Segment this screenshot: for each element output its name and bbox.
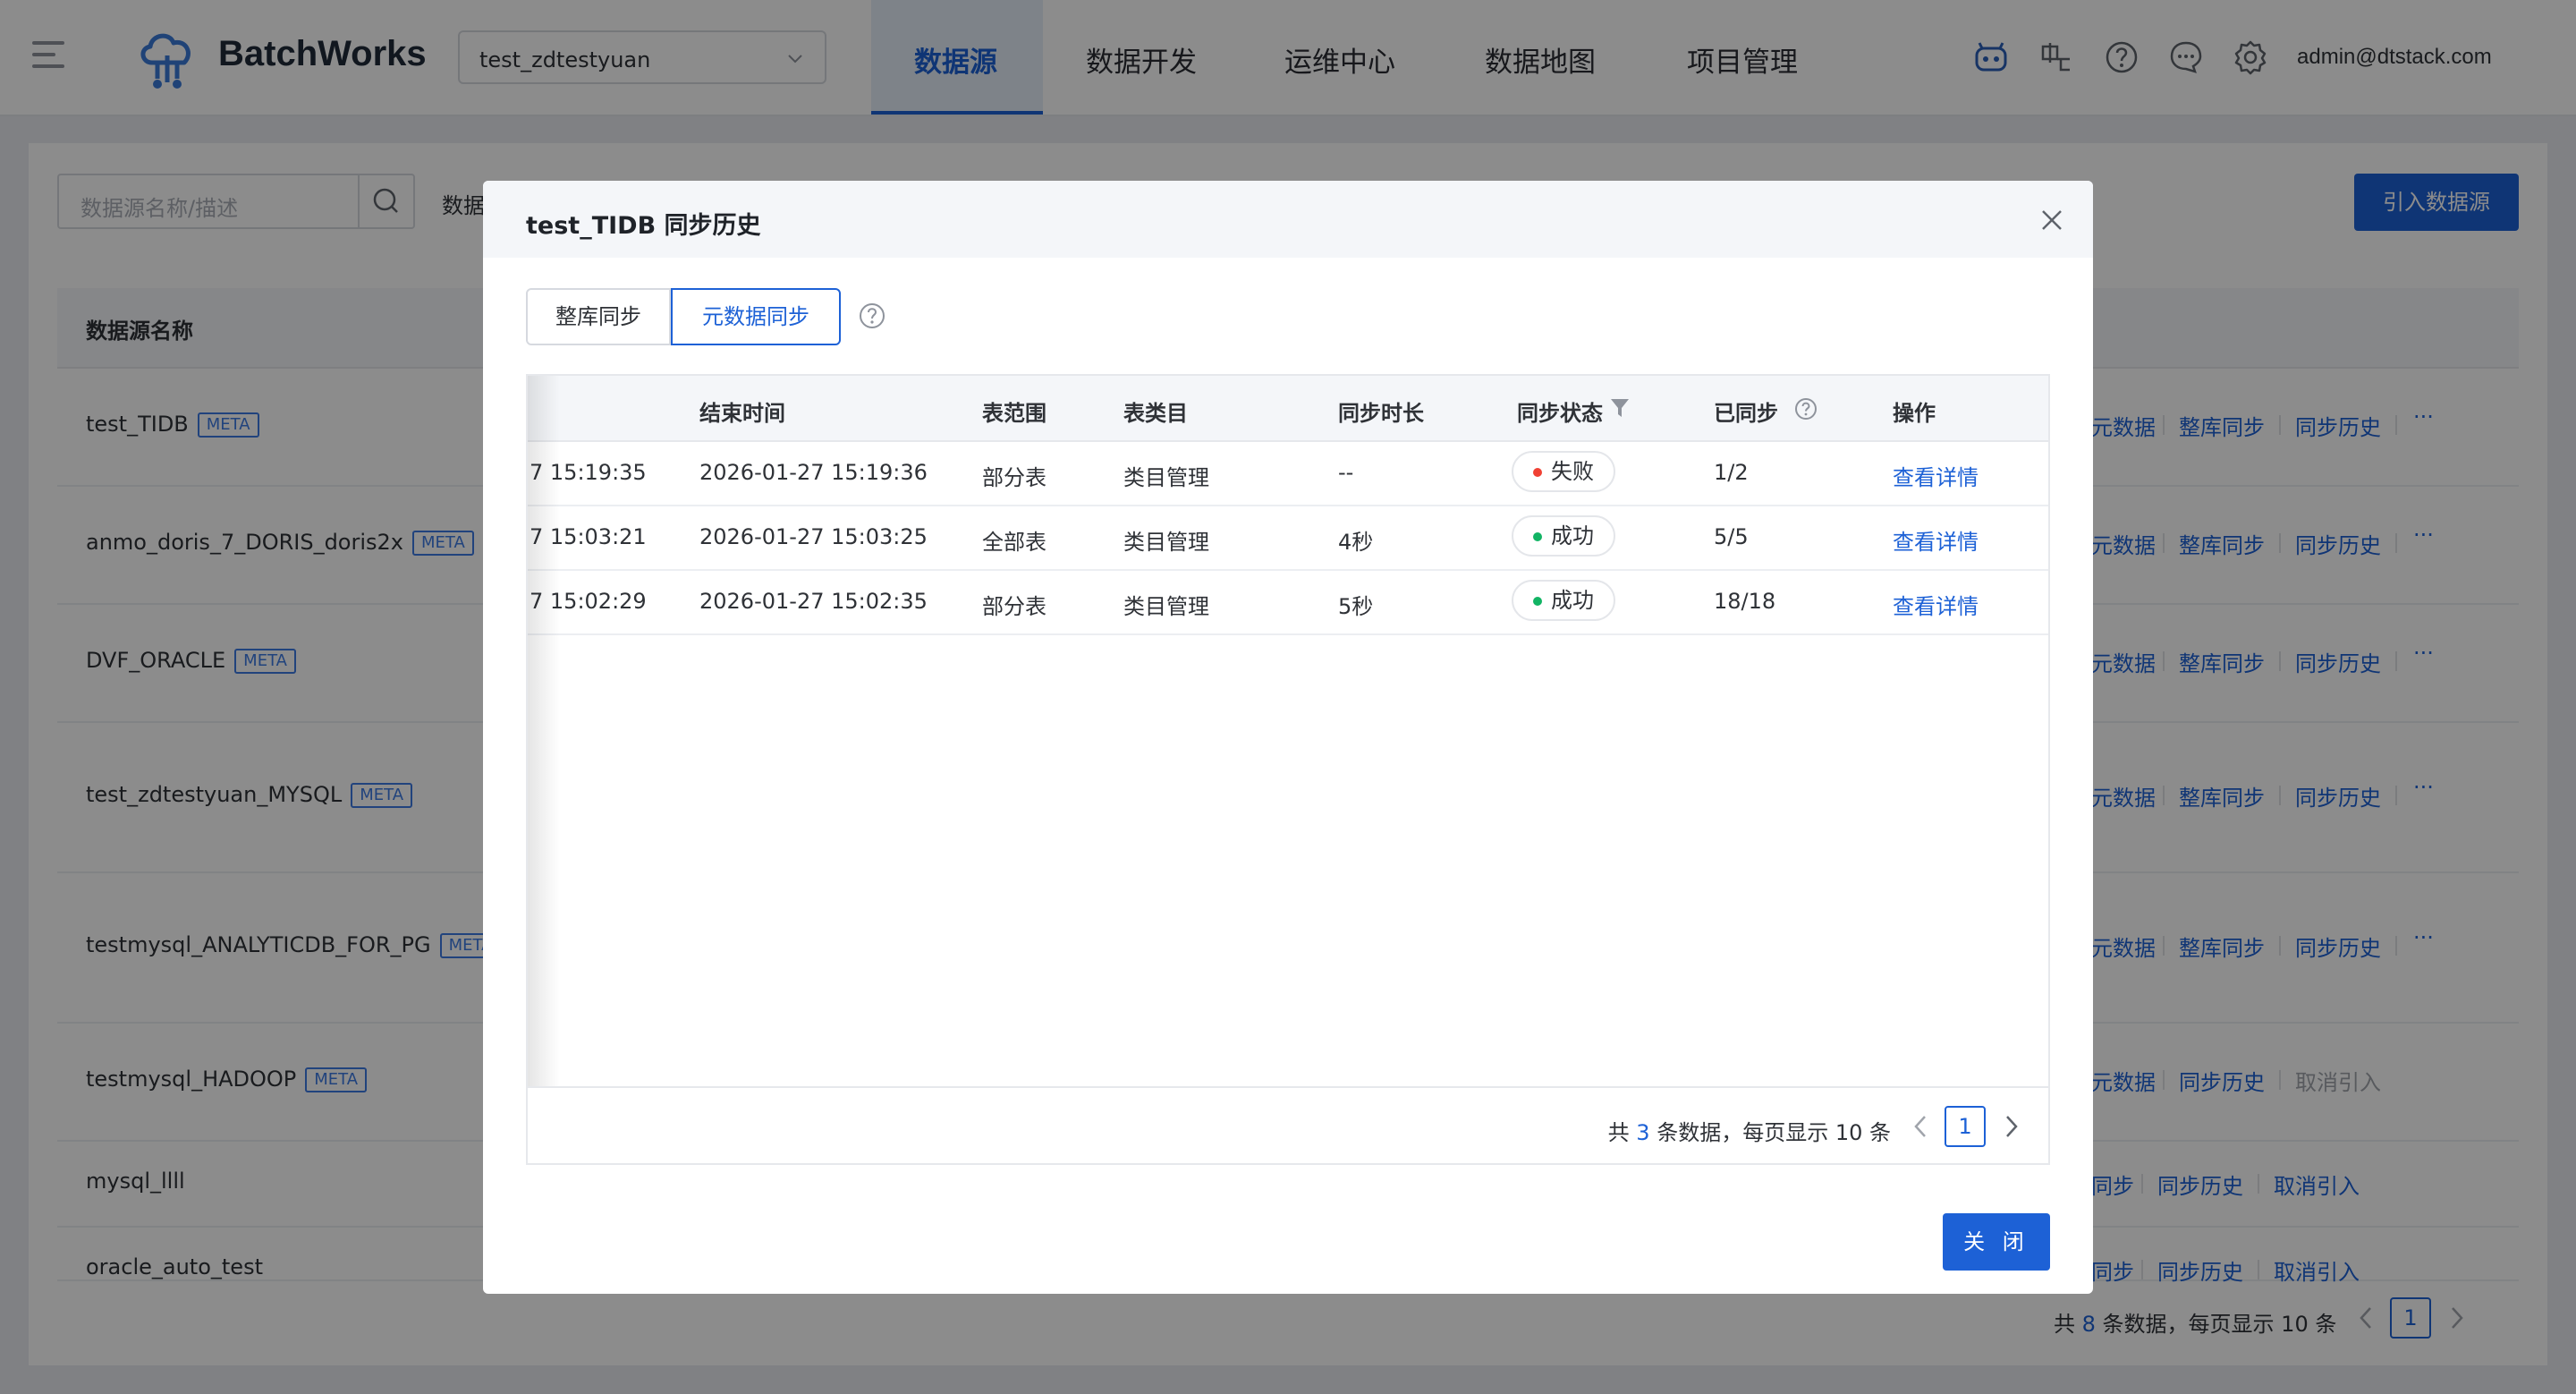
sync-history-table: 结束时间 表范围 表类目 同步时长 同步状态 已同步 操作 7 15:19:35…: [526, 374, 2050, 1165]
pagination-total: 3: [1636, 1120, 1650, 1145]
close-button[interactable]: 关 闭: [1943, 1213, 2050, 1271]
column-table-scope: 表范围: [982, 401, 1046, 426]
chevron-right-icon[interactable]: [1998, 1111, 2025, 1142]
column-end-time: 结束时间: [699, 401, 785, 426]
page-number[interactable]: 1: [1945, 1106, 1986, 1147]
table-category-cell: 类目管理: [1123, 594, 1209, 619]
sync-duration-cell: --: [1338, 460, 1354, 485]
status-badge: 成功: [1512, 515, 1615, 557]
view-details-link[interactable]: 查看详情: [1893, 460, 1979, 491]
table-pagination: 共 3 条数据，每页显示 10 条 1: [528, 1086, 2048, 1163]
table-category-cell: 类目管理: [1123, 465, 1209, 490]
table-category-cell: 类目管理: [1123, 530, 1209, 555]
modal-title: test_TIDB 同步历史: [526, 212, 761, 240]
table-scope-cell: 部分表: [982, 594, 1046, 619]
end-time-cell: 2026-01-27 15:02:35: [699, 589, 928, 614]
column-sync-status: 同步状态: [1517, 401, 1603, 426]
column-sync-duration: 同步时长: [1338, 401, 1424, 426]
table-header: 结束时间 表范围 表类目 同步时长 同步状态 已同步 操作: [528, 376, 2048, 442]
table-row: 7 15:19:35 2026-01-27 15:19:36 部分表 类目管理 …: [528, 440, 2048, 506]
column-synced: 已同步: [1714, 401, 1778, 426]
table-scope-cell: 部分表: [982, 465, 1046, 490]
end-time-cell: 2026-01-27 15:03:25: [699, 524, 928, 549]
tab-full-sync[interactable]: 整库同步: [526, 288, 671, 345]
sync-duration-cell: 5秒: [1338, 594, 1374, 619]
end-time-cell: 2026-01-27 15:19:36: [699, 460, 928, 485]
status-badge: 失败: [1512, 451, 1615, 492]
filter-icon[interactable]: [1610, 397, 1630, 419]
sync-duration-cell: 4秒: [1338, 530, 1374, 555]
help-icon[interactable]: [859, 302, 886, 329]
synced-cell: 5/5: [1714, 524, 1749, 549]
close-icon[interactable]: [2038, 206, 2066, 234]
table-row: 7 15:03:21 2026-01-27 15:03:25 全部表 类目管理 …: [528, 505, 2048, 571]
synced-cell: 1/2: [1714, 460, 1749, 485]
column-actions: 操作: [1893, 401, 1936, 426]
tab-metadata-sync[interactable]: 元数据同步: [671, 288, 841, 345]
pagination-summary: 共 3 条数据，每页显示 10 条: [1607, 1120, 1891, 1145]
column-table-category: 表类目: [1123, 401, 1188, 426]
chevron-left-icon[interactable]: [1907, 1111, 1934, 1142]
view-details-link[interactable]: 查看详情: [1893, 524, 1979, 556]
scroll-shadow: [528, 376, 560, 1092]
synced-cell: 18/18: [1714, 589, 1776, 614]
table-row: 7 15:02:29 2026-01-27 15:02:35 部分表 类目管理 …: [528, 569, 2048, 635]
help-icon[interactable]: [1794, 397, 1818, 421]
status-badge: 成功: [1512, 580, 1615, 621]
table-scope-cell: 全部表: [982, 530, 1046, 555]
view-details-link[interactable]: 查看详情: [1893, 589, 1979, 620]
modal-header: test_TIDB 同步历史: [483, 181, 2093, 258]
sync-history-modal: test_TIDB 同步历史 整库同步 元数据同步 结束时间 表范围 表类目 同…: [483, 181, 2093, 1294]
